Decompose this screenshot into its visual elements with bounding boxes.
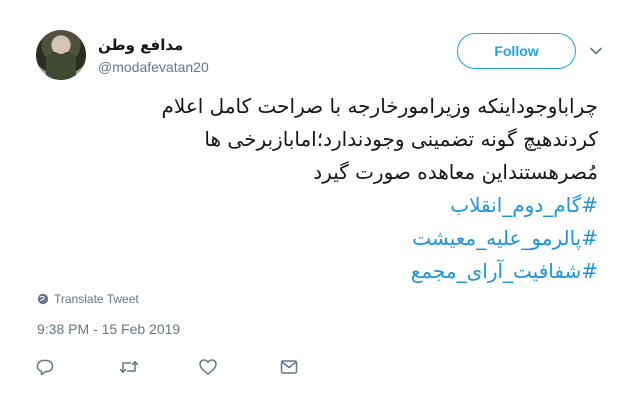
tweet-text-line: چراباوجوداینکه وزیرامورخارجه با صراحت کا… — [161, 94, 598, 118]
envelope-icon — [280, 360, 298, 374]
tweet-text-line: مُصرهستنداین معاهده صورت گیرد — [313, 160, 598, 184]
follow-button[interactable]: Follow — [457, 33, 576, 69]
retweet-icon — [119, 361, 139, 373]
tweet-actions — [0, 355, 625, 379]
tweet-card: مدافع وطن @modafevatan20 Follow چراباوجو… — [0, 0, 625, 400]
avatar-figure-body — [46, 52, 76, 80]
globe-icon — [37, 293, 49, 305]
hashtag-link[interactable]: #پالرمو_علیه_معیشت — [36, 222, 598, 255]
tweet-text: چراباوجوداینکه وزیرامورخارجه با صراحت کا… — [36, 90, 598, 288]
hashtag-link[interactable]: #گام_دوم_انقلاب — [36, 189, 598, 222]
hashtag-link[interactable]: #شفافیت_آرای_مجمع — [36, 255, 598, 288]
translate-tweet-link[interactable]: Translate Tweet — [37, 292, 139, 306]
direct-message-button[interactable] — [277, 355, 301, 379]
reply-button[interactable] — [33, 355, 57, 379]
avatar-figure-head — [54, 40, 68, 54]
tweet-text-line: کردندهیچ گونه تضمینی وجودندارد؛امابازبرخ… — [204, 127, 598, 151]
user-handle[interactable]: @modafevatan20 — [98, 59, 209, 75]
reply-icon — [36, 359, 54, 376]
retweet-button[interactable] — [117, 355, 141, 379]
heart-icon — [199, 359, 217, 375]
display-name[interactable]: مدافع وطن — [98, 36, 183, 54]
chevron-down-icon[interactable] — [589, 44, 603, 58]
like-button[interactable] — [196, 355, 220, 379]
tweet-timestamp[interactable]: 9:38 PM - 15 Feb 2019 — [37, 321, 180, 337]
translate-tweet-label: Translate Tweet — [54, 292, 139, 306]
avatar[interactable] — [36, 30, 86, 80]
